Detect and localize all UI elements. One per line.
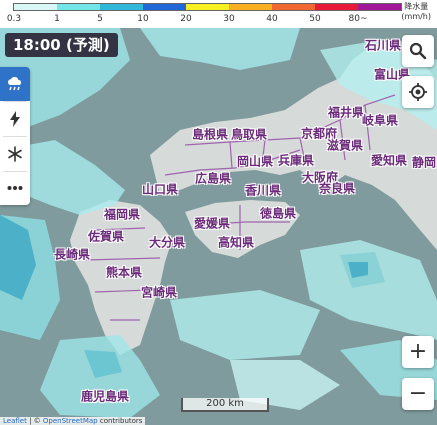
legend-swatch-3 xyxy=(143,4,186,10)
legend-color-bar xyxy=(13,3,402,11)
scale-bar: 200 km xyxy=(181,398,269,412)
legend-tick: 10 xyxy=(137,14,149,24)
pref-label-tottori: 鳥取県 xyxy=(230,127,268,142)
legend-swatch-8 xyxy=(358,4,401,10)
pref-label-yamaguchi: 山口県 xyxy=(141,182,179,197)
snowflake-icon xyxy=(8,146,22,162)
pref-label-gifu: 岐阜県 xyxy=(361,113,399,128)
more-icon xyxy=(7,186,23,190)
pref-label-nagasaki: 長崎県 xyxy=(53,247,91,262)
pref-label-kagawa: 香川県 xyxy=(244,183,282,198)
pref-label-kochi: 高知県 xyxy=(217,235,255,250)
lightning-icon xyxy=(10,111,20,127)
legend-tick: 50 xyxy=(309,14,321,24)
search-icon xyxy=(409,42,427,60)
layer-more-button[interactable] xyxy=(0,171,30,205)
forecast-time-label[interactable]: 18:00 (予測) xyxy=(5,33,118,57)
rain-cloud-icon xyxy=(8,76,22,91)
legend-unit-title: 降水量 xyxy=(404,2,429,11)
locate-button[interactable] xyxy=(402,76,434,108)
pref-label-kagoshima: 鹿児島県 xyxy=(80,389,130,404)
pref-label-kumamoto: 熊本県 xyxy=(105,265,143,280)
pref-label-nara: 奈良県 xyxy=(318,181,356,196)
layer-snow-button[interactable] xyxy=(0,137,30,171)
pref-label-oita: 大分県 xyxy=(148,235,186,250)
legend-tick: 0.3 xyxy=(6,14,22,24)
zoom-in-button[interactable]: + xyxy=(402,336,434,368)
legend-swatch-0 xyxy=(14,4,57,10)
pref-label-hyogo: 兵庫県 xyxy=(277,153,315,168)
legend-tick: 20 xyxy=(180,14,192,24)
osm-link[interactable]: OpenStreetMap xyxy=(43,417,98,425)
pref-label-shizuoka: 静岡 xyxy=(411,155,437,170)
legend-tick: 1 xyxy=(54,14,60,24)
pref-label-shiga: 滋賀県 xyxy=(326,138,364,153)
layer-selector xyxy=(0,67,30,205)
layer-rain-button[interactable] xyxy=(0,67,30,101)
legend-tick: 5 xyxy=(97,14,103,24)
legend-swatch-4 xyxy=(186,4,229,10)
pref-label-ehime: 愛媛県 xyxy=(193,216,231,231)
legend-tick: 80~ xyxy=(348,14,368,24)
search-button[interactable] xyxy=(402,35,434,67)
leaflet-link[interactable]: Leaflet xyxy=(3,417,27,425)
legend-unit: 降水量 (mm/h) xyxy=(401,2,431,22)
pref-label-aichi: 愛知県 xyxy=(370,153,408,168)
pref-label-fukuoka: 福岡県 xyxy=(103,207,141,222)
layer-lightning-button[interactable] xyxy=(0,102,30,136)
legend-tick: 30 xyxy=(223,14,235,24)
pref-label-tokushima: 徳島県 xyxy=(259,206,297,221)
pref-label-okayama: 岡山県 xyxy=(236,154,274,169)
pref-label-shimane: 島根県 xyxy=(191,127,229,142)
pref-label-fukui: 福井県 xyxy=(327,105,365,120)
pref-label-ishikawa: 石川県 xyxy=(364,38,402,53)
legend-unit-mm: (mm/h) xyxy=(401,12,431,21)
pref-label-saga: 佐賀県 xyxy=(87,229,125,244)
pref-label-miyazaki: 宮崎県 xyxy=(140,285,178,300)
crosshair-icon xyxy=(409,83,427,101)
legend-tick: 40 xyxy=(266,14,278,24)
zoom-out-button[interactable]: − xyxy=(402,378,434,410)
pref-label-hiroshima: 広島県 xyxy=(194,171,232,186)
legend-swatch-6 xyxy=(272,4,315,10)
map-attribution: Leaflet | © OpenStreetMap contributors xyxy=(0,417,146,425)
attribution-tail: contributors xyxy=(97,417,143,425)
precipitation-legend: 0.3 1 5 10 20 30 40 50 80~ 降水量 (mm/h) xyxy=(0,0,437,28)
radar-map[interactable]: 石川県 富山県 福井県 岐阜県 島根県 鳥取県 京都府 滋賀県 愛知県 静岡 岡… xyxy=(0,28,437,425)
legend-swatch-5 xyxy=(229,4,272,10)
legend-swatch-2 xyxy=(100,4,143,10)
legend-swatch-1 xyxy=(57,4,100,10)
legend-swatch-7 xyxy=(315,4,358,10)
attribution-separator: | © xyxy=(26,417,43,425)
